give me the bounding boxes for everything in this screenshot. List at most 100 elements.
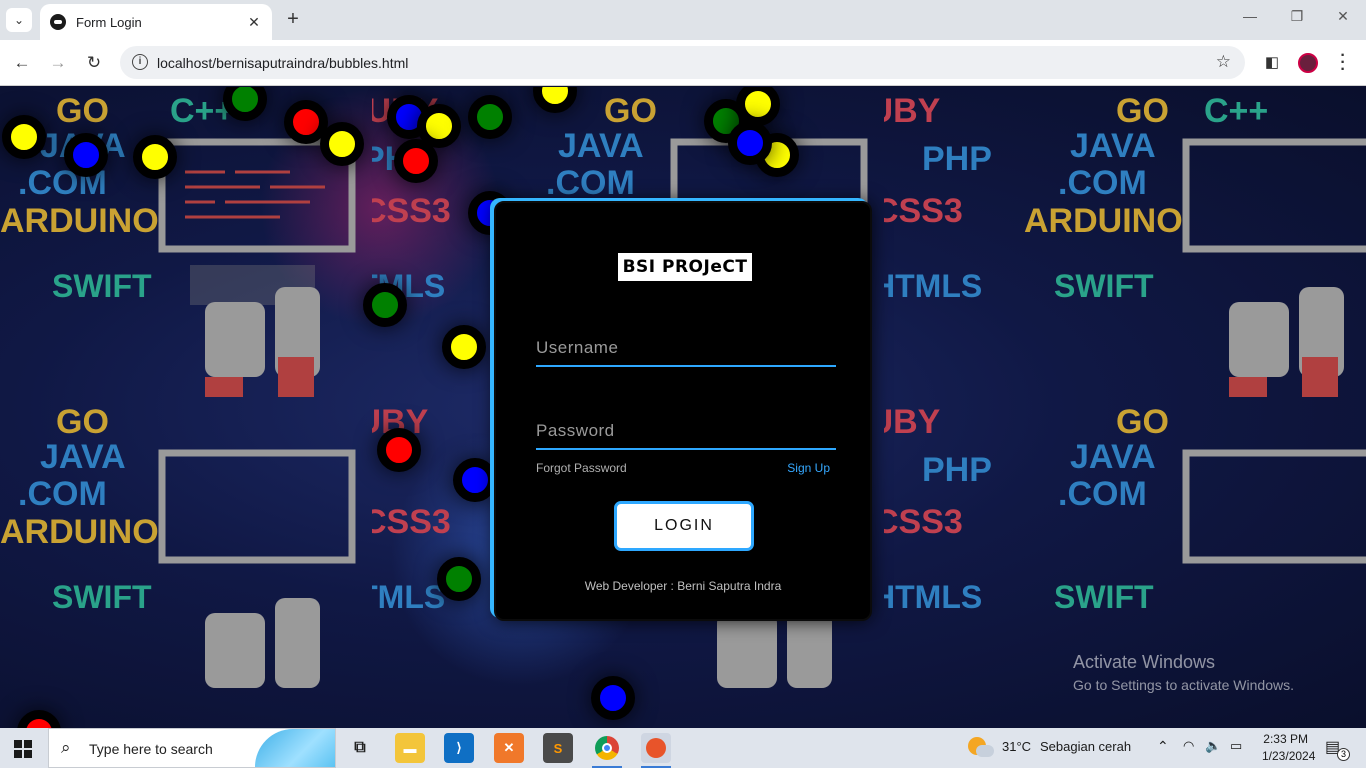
brand-logo: BSI PROJeCT bbox=[618, 253, 752, 281]
notification-count-badge: 3 bbox=[1337, 748, 1350, 761]
chrome-logo bbox=[595, 736, 619, 760]
svg-text:CSS3: CSS3 bbox=[372, 192, 451, 230]
bg-pattern: RUBY GO C++ PHP JAVA .COM CSS3 ARDUINO H… bbox=[844, 92, 1366, 397]
task-view-icon[interactable]: ⧉ bbox=[345, 733, 375, 763]
svg-text:C++: C++ bbox=[1204, 92, 1268, 130]
restore-button[interactable]: ❐ bbox=[1287, 8, 1307, 25]
svg-text:JAVA: JAVA bbox=[40, 438, 126, 476]
bg-pattern: GO JAVA .COM ARDUINO SWIFT bbox=[0, 403, 356, 688]
svg-text:HTMLS: HTMLS bbox=[372, 579, 445, 615]
bubble-blue bbox=[453, 458, 497, 502]
svg-text:GO: GO bbox=[1116, 403, 1169, 441]
svg-text:GO: GO bbox=[604, 92, 657, 130]
svg-text:SWIFT: SWIFT bbox=[52, 579, 152, 615]
password-field-wrapper bbox=[536, 414, 836, 450]
taskbar-search-box[interactable]: ⌕ Type here to search bbox=[48, 728, 336, 768]
vscode-icon[interactable]: ⟩ bbox=[444, 733, 474, 763]
password-input[interactable] bbox=[536, 414, 836, 448]
back-button[interactable]: ← bbox=[10, 51, 34, 75]
weather-description[interactable]: Sebagian cerah bbox=[1040, 739, 1131, 754]
file-explorer-icon[interactable]: ▬ bbox=[395, 733, 425, 763]
svg-text:ARDUINO: ARDUINO bbox=[0, 202, 159, 240]
weather-temperature[interactable]: 31°C bbox=[1002, 739, 1031, 754]
svg-text:JAVA: JAVA bbox=[558, 127, 644, 165]
bubble-blue bbox=[728, 121, 772, 165]
bubble-yellow bbox=[133, 135, 177, 179]
wifi-icon[interactable]: ◠ bbox=[1183, 738, 1194, 754]
reload-button[interactable]: ↻ bbox=[82, 51, 106, 75]
bubble-green bbox=[363, 283, 407, 327]
browser-toolbar: ← → ↻ i localhost/bernisaputraindra/bubb… bbox=[0, 40, 1366, 86]
clock-time: 2:33 PM bbox=[1263, 732, 1308, 746]
clock-date: 1/23/2024 bbox=[1262, 749, 1316, 763]
chrome-icon[interactable] bbox=[592, 733, 622, 768]
username-input[interactable] bbox=[536, 331, 836, 365]
bubble-red bbox=[17, 710, 61, 728]
new-tab-button[interactable]: + bbox=[282, 8, 304, 31]
svg-text:CSS3: CSS3 bbox=[884, 192, 963, 230]
address-bar[interactable]: i localhost/bernisaputraindra/bubbles.ht… bbox=[120, 46, 1245, 79]
bubble-green bbox=[437, 557, 481, 601]
tab-search-button[interactable]: ⌄ bbox=[6, 8, 32, 32]
svg-text:JAVA: JAVA bbox=[1070, 438, 1156, 476]
svg-text:PHP: PHP bbox=[922, 140, 992, 178]
svg-text:.COM: .COM bbox=[1058, 164, 1147, 202]
developer-credit: Web Developer : Berni Saputra Indra bbox=[584, 579, 782, 593]
profile-avatar[interactable] bbox=[1298, 53, 1318, 73]
site-info-icon[interactable]: i bbox=[132, 54, 148, 70]
windows-start-icon[interactable] bbox=[14, 740, 32, 758]
tab-close-icon[interactable]: ✕ bbox=[246, 14, 262, 31]
login-card: BSI PROJeCT Forgot Password Sign Up LOGI… bbox=[494, 201, 872, 621]
close-window-button[interactable]: ✕ bbox=[1333, 8, 1353, 25]
tab-strip: ⌄ Form Login ✕ + — ❐ ✕ bbox=[0, 0, 1366, 40]
xampp-icon[interactable]: ✕ bbox=[494, 733, 524, 763]
tab-favicon-icon bbox=[50, 14, 66, 30]
forward-button[interactable]: → bbox=[46, 51, 70, 75]
system-clock[interactable]: 2:33 PM 1/23/2024 bbox=[1262, 731, 1316, 765]
svg-text:CSS3: CSS3 bbox=[884, 503, 963, 541]
search-icon: ⌕ bbox=[61, 738, 71, 757]
browser-tab[interactable]: Form Login ✕ bbox=[40, 4, 272, 40]
svg-text:HTMLS: HTMLS bbox=[884, 268, 982, 304]
bubble-blue bbox=[64, 133, 108, 177]
chevron-up-icon[interactable]: ⌃ bbox=[1157, 738, 1169, 755]
taskbar-search-placeholder[interactable]: Type here to search bbox=[89, 741, 213, 757]
bg-pattern-tile: RUBY GO C++ PHP JAVA .COM CSS3 ARDUINO H… bbox=[844, 87, 1366, 398]
svg-text:PHP: PHP bbox=[922, 451, 992, 489]
url-text[interactable]: localhost/bernisaputraindra/bubbles.html bbox=[157, 55, 408, 71]
activation-watermark-subtitle: Go to Settings to activate Windows. bbox=[1073, 677, 1294, 693]
forgot-password-link[interactable]: Forgot Password bbox=[536, 461, 627, 475]
browser-menu-icon[interactable]: · · · bbox=[1336, 48, 1350, 78]
search-highlight-art bbox=[255, 729, 335, 767]
bubble-yellow bbox=[442, 325, 486, 369]
bubble-red bbox=[394, 139, 438, 183]
svg-text:HTMLS: HTMLS bbox=[884, 579, 982, 615]
bookmark-star-icon[interactable]: ☆ bbox=[1216, 52, 1231, 72]
minimize-button[interactable]: — bbox=[1240, 8, 1260, 24]
svg-text:JAVA: JAVA bbox=[1070, 127, 1156, 165]
bubble-green bbox=[468, 95, 512, 139]
svg-text:RUBY: RUBY bbox=[884, 92, 941, 130]
sign-up-link[interactable]: Sign Up bbox=[787, 461, 830, 475]
side-panel-icon[interactable]: ◧ bbox=[1262, 53, 1282, 73]
weather-icon[interactable] bbox=[968, 737, 994, 757]
sublime-text-icon[interactable]: S bbox=[543, 733, 573, 763]
svg-text:.COM: .COM bbox=[18, 475, 107, 513]
bubble-blue bbox=[591, 676, 635, 720]
svg-text:GO: GO bbox=[56, 403, 109, 441]
svg-text:GO: GO bbox=[1116, 92, 1169, 130]
svg-text:ARDUINO: ARDUINO bbox=[1024, 202, 1183, 240]
svg-text:.COM: .COM bbox=[1058, 475, 1147, 513]
postman-icon[interactable] bbox=[641, 733, 671, 768]
battery-icon[interactable]: ▭ bbox=[1230, 738, 1242, 754]
bubble-yellow bbox=[2, 115, 46, 159]
volume-icon[interactable]: 🔈 bbox=[1205, 738, 1221, 754]
svg-text:SWIFT: SWIFT bbox=[1054, 268, 1154, 304]
svg-text:SWIFT: SWIFT bbox=[1054, 579, 1154, 615]
activation-watermark-title: Activate Windows bbox=[1073, 652, 1216, 672]
bubble-red bbox=[377, 428, 421, 472]
svg-text:SWIFT: SWIFT bbox=[52, 268, 152, 304]
login-button[interactable]: LOGIN bbox=[614, 501, 754, 551]
svg-text:.COM: .COM bbox=[546, 164, 635, 202]
svg-text:CSS3: CSS3 bbox=[372, 503, 451, 541]
